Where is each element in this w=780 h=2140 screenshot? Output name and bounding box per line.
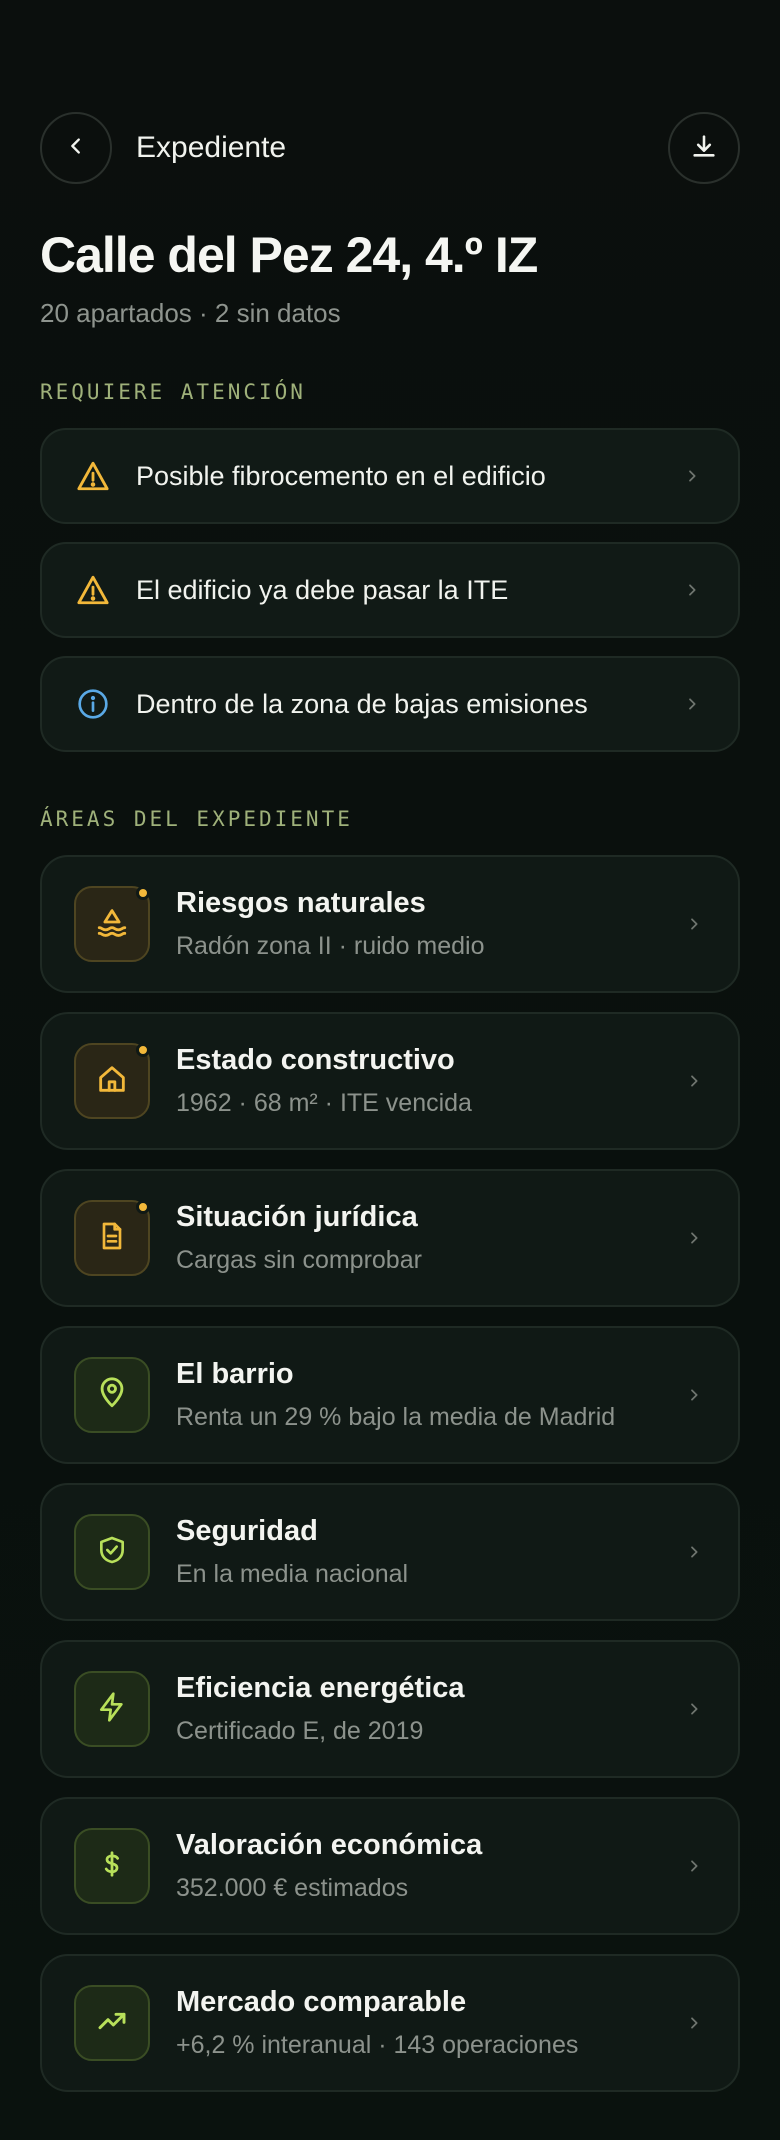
chevron-right-icon — [682, 1540, 706, 1564]
area-icon-tile — [74, 886, 150, 962]
area-card-seguridad[interactable]: Seguridad En la media nacional — [40, 1483, 740, 1621]
alert-item[interactable]: Posible fibrocemento en el edificio — [40, 428, 740, 524]
area-icon-tile — [74, 1200, 150, 1276]
trending-up-icon — [96, 2005, 128, 2042]
area-icon-tile — [74, 1985, 150, 2061]
status-dot — [136, 1043, 150, 1057]
area-card-valoracion-economica[interactable]: Valoración económica 352.000 € estimados — [40, 1797, 740, 1935]
alert-text: El edificio ya debe pasar la ITE — [136, 574, 509, 605]
area-icon-tile — [74, 1357, 150, 1433]
chevron-right-icon — [682, 1069, 706, 1093]
area-card-eficiencia-energetica[interactable]: Eficiencia energética Certificado E, de … — [40, 1640, 740, 1778]
area-description: +6,2 % interanual · 143 operaciones — [176, 2031, 579, 2059]
area-description: Cargas sin comprobar — [176, 1246, 422, 1274]
area-description: 1962 · 68 m² · ITE vencida — [176, 1089, 472, 1117]
area-title: Valoración económica — [176, 1829, 483, 1861]
header-title: Expediente — [136, 131, 287, 164]
area-title: Situación jurídica — [176, 1201, 418, 1233]
info-icon — [76, 687, 110, 721]
chevron-right-icon — [680, 692, 704, 716]
house-icon — [95, 1062, 129, 1101]
area-card-estado-constructivo[interactable]: Estado constructivo 1962 · 68 m² · ITE v… — [40, 1012, 740, 1150]
alert-item[interactable]: Dentro de la zona de bajas emisiones — [40, 656, 740, 752]
area-card-situacion-juridica[interactable]: Situación jurídica Cargas sin comprobar — [40, 1169, 740, 1307]
area-title: Estado constructivo — [176, 1044, 455, 1076]
download-icon — [690, 132, 718, 165]
map-pin-icon — [95, 1376, 129, 1415]
warning-icon — [76, 573, 110, 607]
alert-text: Posible fibrocemento en el edificio — [136, 460, 546, 491]
chevron-right-icon — [682, 2011, 706, 2035]
status-dot — [136, 1200, 150, 1214]
area-icon-tile — [74, 1828, 150, 1904]
chevron-right-icon — [682, 1697, 706, 1721]
chevron-left-icon — [65, 135, 87, 162]
back-button[interactable] — [40, 112, 112, 184]
area-icon-tile — [74, 1043, 150, 1119]
chevron-right-icon — [682, 912, 706, 936]
download-button[interactable] — [668, 112, 740, 184]
area-title: Mercado comparable — [176, 1986, 467, 2018]
alert-item[interactable]: El edificio ya debe pasar la ITE — [40, 542, 740, 638]
shield-check-icon — [96, 1534, 128, 1571]
alert-text: Dentro de la zona de bajas emisiones — [136, 688, 588, 719]
chevron-right-icon — [682, 1854, 706, 1878]
area-icon-tile — [74, 1671, 150, 1747]
area-description: 352.000 € estimados — [176, 1874, 409, 1902]
area-icon-tile — [74, 1514, 150, 1590]
area-title: Riesgos naturales — [176, 887, 426, 919]
area-title: Eficiencia energética — [176, 1672, 465, 1704]
area-card-el-barrio[interactable]: El barrio Renta un 29 % bajo la media de… — [40, 1326, 740, 1464]
area-description: En la media nacional — [176, 1560, 409, 1588]
chevron-right-icon — [682, 1383, 706, 1407]
area-title: El barrio — [176, 1358, 294, 1390]
hazard-icon — [95, 905, 129, 944]
dollar-icon — [97, 1849, 127, 1884]
section-label-attention: REQUIERE ATENCIÓN — [40, 380, 306, 404]
area-card-mercado-comparable[interactable]: Mercado comparable +6,2 % interanual · 1… — [40, 1954, 740, 2092]
header: Expediente — [40, 112, 740, 184]
warning-icon — [76, 459, 110, 493]
section-label-areas: ÁREAS DEL EXPEDIENTE — [40, 807, 353, 831]
page-title: Calle del Pez 24, 4.º IZ — [40, 227, 538, 283]
chevron-right-icon — [682, 1226, 706, 1250]
area-title: Seguridad — [176, 1515, 318, 1547]
chevron-right-icon — [680, 464, 704, 488]
page-subtitle: 20 apartados · 2 sin datos — [40, 298, 341, 328]
area-description: Certificado E, de 2019 — [176, 1717, 424, 1745]
area-description: Radón zona II · ruido medio — [176, 932, 485, 960]
document-icon — [96, 1220, 128, 1257]
page: Expediente Calle del Pez 24, 4.º IZ 20 a… — [0, 0, 780, 2140]
area-description: Renta un 29 % bajo la media de Madrid — [176, 1403, 616, 1431]
lightning-icon — [96, 1691, 128, 1728]
chevron-right-icon — [680, 578, 704, 602]
status-dot — [136, 886, 150, 900]
area-card-riesgos-naturales[interactable]: Riesgos naturales Radón zona II · ruido … — [40, 855, 740, 993]
